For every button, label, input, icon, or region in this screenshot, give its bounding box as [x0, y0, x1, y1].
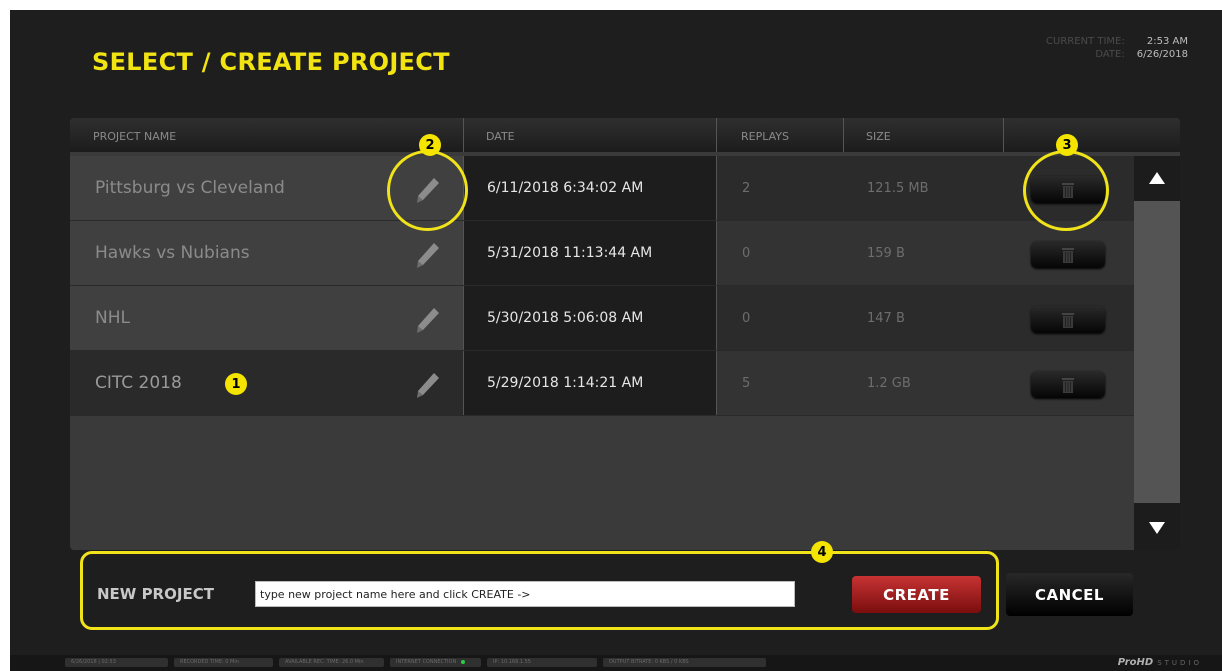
page-title: SELECT / CREATE PROJECT [92, 48, 450, 76]
delete-project-button[interactable] [1031, 241, 1105, 268]
column-divider [716, 118, 717, 152]
create-button[interactable]: CREATE [852, 576, 981, 613]
delete-project-button[interactable] [1031, 371, 1105, 398]
status-item-available: AVAILABLE REC. TIME: 26.0 Min [279, 658, 384, 667]
callout-badge: 1 [225, 373, 247, 395]
status-item-bitrate: OUTPUT BITRATE: 0 KBS / 0 KBS [603, 658, 766, 667]
project-date: 5/29/2018 1:14:21 AM [463, 351, 716, 415]
column-divider [463, 118, 464, 152]
table-header: PROJECT NAME DATE REPLAYS SIZE [70, 118, 1180, 152]
arrow-up-icon [1149, 172, 1165, 184]
table-row[interactable]: Pittsburg vs Cleveland 6/11/2018 6:34:02… [70, 156, 1134, 221]
project-replays: 5 [742, 375, 751, 391]
date-value: 6/26/2018 [1136, 49, 1188, 60]
status-item-ip: IP: 10.168.1.55 [487, 658, 597, 667]
callout-ring-delete [1023, 150, 1109, 231]
internet-label: INTERNET CONNECTION [396, 659, 457, 665]
trash-icon [1062, 312, 1074, 328]
project-screen: SELECT / CREATE PROJECT CURRENT TIME: 2:… [10, 10, 1222, 671]
new-project-label: NEW PROJECT [97, 585, 214, 603]
callout-badge: 2 [419, 134, 441, 156]
scrollbar-track[interactable] [1134, 201, 1180, 503]
clock: CURRENT TIME: 2:53 AM DATE: 6/26/2018 [1046, 35, 1188, 61]
brand-name: ProHD [1117, 657, 1154, 668]
column-header-date[interactable]: DATE [486, 130, 515, 143]
project-size: 1.2 GB [867, 375, 911, 391]
status-item-datetime: 6/26/2018 | 02:53 [65, 658, 168, 667]
delete-project-button[interactable] [1031, 306, 1105, 333]
brand-logo: ProHD STUDIO [1118, 657, 1202, 668]
scroll-down-button[interactable] [1134, 508, 1180, 548]
column-header-replays[interactable]: REPLAYS [741, 130, 789, 143]
project-size: 121.5 MB [867, 180, 929, 196]
project-name[interactable]: Hawks vs Nubians [70, 221, 463, 285]
project-date: 5/30/2018 5:06:08 AM [463, 286, 716, 350]
project-replays: 2 [742, 180, 751, 196]
project-name[interactable]: CITC 2018 [70, 351, 463, 415]
table-row[interactable]: Hawks vs Nubians 5/31/2018 11:13:44 AM 0… [70, 221, 1134, 286]
pencil-icon [417, 373, 439, 398]
project-replays: 0 [742, 310, 751, 326]
column-header-size[interactable]: SIZE [866, 130, 891, 143]
status-bar: 6/26/2018 | 02:53 RECORDED TIME: 0 Min A… [10, 655, 1222, 671]
project-size: 159 B [867, 245, 905, 261]
column-header-name[interactable]: PROJECT NAME [93, 130, 176, 143]
status-item-internet: INTERNET CONNECTION [390, 658, 481, 667]
project-date: 5/31/2018 11:13:44 AM [463, 221, 716, 285]
new-project-name-input[interactable] [255, 581, 795, 607]
project-size: 147 B [867, 310, 905, 326]
project-table: PROJECT NAME DATE REPLAYS SIZE Pittsburg… [70, 118, 1180, 550]
brand-sub: STUDIO [1157, 659, 1202, 667]
project-date: 6/11/2018 6:34:02 AM [463, 156, 716, 220]
callout-badge: 4 [811, 541, 833, 563]
current-time-value: 2:53 AM [1146, 36, 1188, 47]
column-divider [1003, 118, 1004, 152]
project-name[interactable]: NHL [70, 286, 463, 350]
pencil-icon [417, 243, 439, 268]
pencil-icon [417, 308, 439, 333]
status-item-recorded: RECORDED TIME: 0 Min [174, 658, 273, 667]
scrollbar[interactable] [1134, 156, 1180, 550]
arrow-down-icon [1149, 522, 1165, 534]
cancel-button[interactable]: CANCEL [1006, 573, 1133, 616]
connection-status-icon [461, 659, 466, 664]
callout-ring-edit [387, 150, 468, 231]
column-divider [843, 118, 844, 152]
table-row[interactable]: NHL 5/30/2018 5:06:08 AM 0 147 B [70, 286, 1134, 351]
trash-icon [1062, 377, 1074, 393]
scroll-up-button[interactable] [1134, 158, 1180, 198]
trash-icon [1062, 247, 1074, 263]
edit-project-button[interactable] [410, 235, 446, 271]
current-time-label: CURRENT TIME: [1046, 36, 1125, 47]
callout-badge: 3 [1056, 134, 1078, 156]
project-replays: 0 [742, 245, 751, 261]
edit-project-button[interactable] [410, 300, 446, 336]
date-label: DATE: [1095, 49, 1125, 60]
edit-project-button[interactable] [410, 365, 446, 401]
